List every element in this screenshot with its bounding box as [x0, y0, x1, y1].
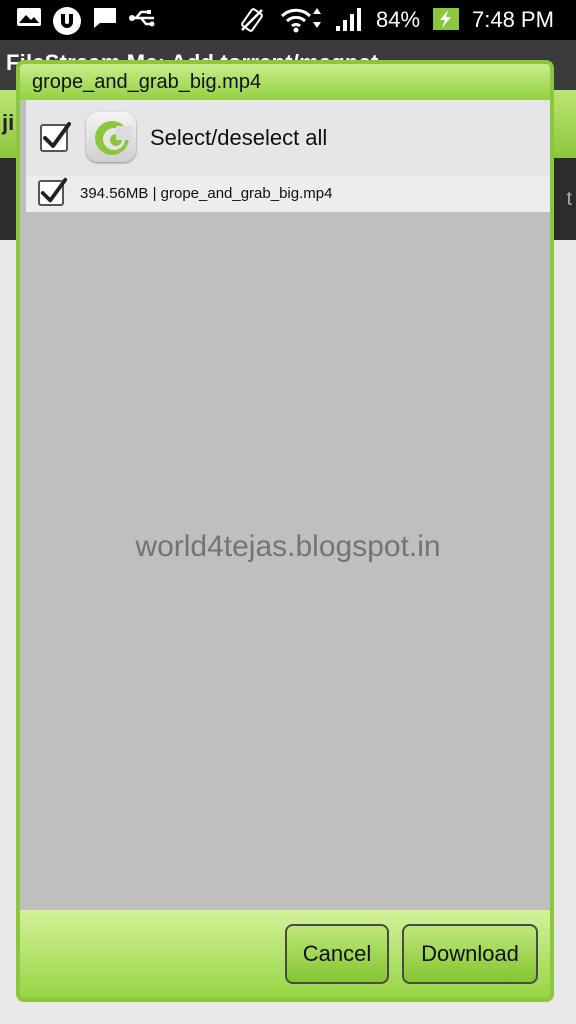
checkmark-icon — [40, 177, 68, 203]
dialog-title: grope_and_grab_big.mp4 — [32, 71, 262, 93]
background-toolbar-text: t — [566, 188, 572, 210]
file-size: 394.56MB — [80, 185, 149, 202]
wifi-icon — [280, 6, 312, 34]
data-arrows-icon — [312, 6, 322, 30]
download-button[interactable]: Download — [402, 924, 538, 984]
app-logo-icon — [86, 112, 136, 162]
battery-charging-icon — [432, 6, 462, 32]
checkmark-icon — [43, 122, 71, 148]
file-checkbox[interactable] — [38, 177, 68, 206]
file-list-area: world4tejas.blogspot.in — [26, 212, 550, 910]
battery-percent: 84% — [376, 7, 421, 32]
file-info: 394.56MB | grope_and_grab_big.mp4 — [80, 185, 332, 202]
select-all-label: Select/deselect all — [150, 125, 328, 150]
usb-icon — [128, 6, 158, 30]
select-all-row[interactable]: Select/deselect all — [26, 100, 550, 177]
message-icon — [92, 6, 118, 30]
file-name: grope_and_grab_big.mp4 — [160, 185, 333, 202]
dialog-button-bar: Cancel Download — [20, 910, 550, 998]
status-bar: 84% 7:48 PM — [0, 0, 576, 40]
file-separator: | — [152, 185, 157, 202]
vibrate-off-icon — [238, 6, 266, 34]
utorrent-icon — [52, 6, 82, 36]
watermark-text: world4tejas.blogspot.in — [135, 530, 441, 563]
clock-time: 7:48 PM — [472, 7, 554, 32]
gallery-icon — [16, 6, 42, 28]
background-header-text: ji — [2, 110, 15, 135]
dialog-title-bar: grope_and_grab_big.mp4 — [20, 64, 550, 100]
torrent-files-dialog: grope_and_grab_big.mp4 Select/deselect a… — [16, 60, 554, 1002]
cancel-button[interactable]: Cancel — [285, 924, 389, 984]
select-all-checkbox[interactable] — [40, 122, 71, 152]
signal-icon — [334, 6, 362, 32]
file-list-item[interactable]: 394.56MB | grope_and_grab_big.mp4 — [26, 176, 550, 213]
